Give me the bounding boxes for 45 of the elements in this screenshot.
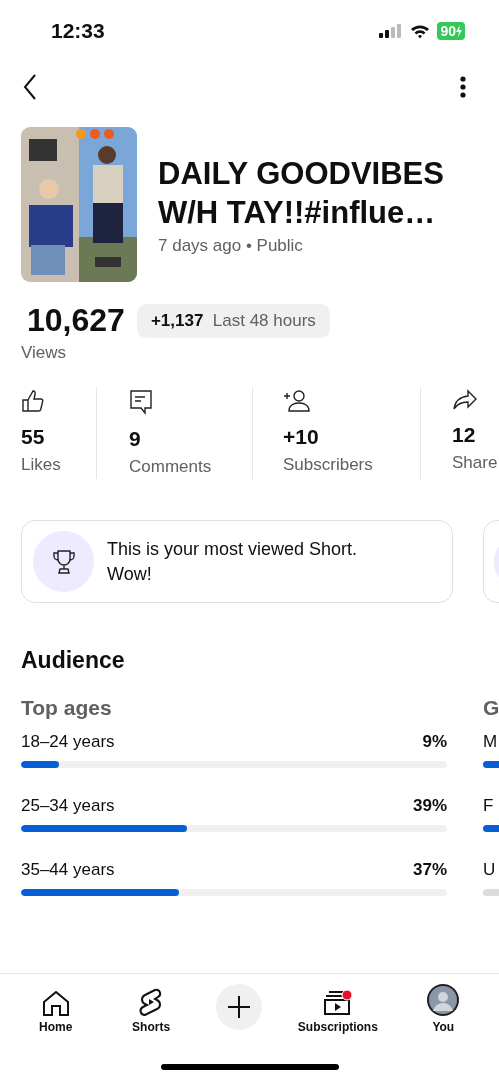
age-label: 35–44 years xyxy=(21,860,115,880)
nav-tab[interactable]: You xyxy=(413,980,474,1034)
nav-tab[interactable]: Subscriptions xyxy=(297,980,378,1034)
subsection-title: Top ages xyxy=(21,696,113,720)
status-time: 12:33 xyxy=(51,19,105,43)
stat-label: Subscribers xyxy=(283,455,373,475)
row-label: U xyxy=(483,860,496,880)
back-icon[interactable] xyxy=(23,74,37,100)
plus-icon xyxy=(227,995,252,1019)
stat-label: Likes xyxy=(21,455,61,475)
stat-label: Share xyxy=(452,453,498,473)
row-label: F xyxy=(483,796,494,816)
age-percent: 37% xyxy=(412,860,447,880)
age-percent: 9% xyxy=(422,732,447,752)
comment-icon[interactable] xyxy=(129,389,153,415)
video-meta: 7 days ago • Public xyxy=(158,235,304,256)
thumbs-up-icon[interactable] xyxy=(21,389,45,413)
stat-value: 12 xyxy=(452,423,476,447)
stat-value: +10 xyxy=(283,425,319,449)
views-label: Views xyxy=(21,343,68,363)
nav-tab[interactable]: Shorts xyxy=(121,980,182,1034)
section-title: Audience xyxy=(21,647,126,674)
milestone-text: This is your most viewed Short. Wow! xyxy=(107,537,359,586)
age-percent: 39% xyxy=(412,796,447,816)
subscriptions-icon xyxy=(323,991,350,1015)
add-person-icon[interactable] xyxy=(283,389,311,413)
stat-value: 9 xyxy=(129,427,141,451)
views-count: 10,627 xyxy=(26,302,125,339)
subsection-title: G xyxy=(483,696,499,720)
home-icon xyxy=(41,990,70,1016)
more-icon[interactable] xyxy=(460,76,466,98)
battery-indicator: 90 xyxy=(437,22,465,40)
row-label: M xyxy=(483,732,498,752)
stat-value: 55 xyxy=(21,425,45,449)
age-label: 25–34 years xyxy=(21,796,115,816)
wifi-icon xyxy=(410,23,431,39)
share-icon[interactable] xyxy=(452,389,478,411)
views-delta-chip: +1,137 Last 48 hours xyxy=(136,303,330,338)
video-title: DAILY GOODVIBES W/H TAY!!#influe… xyxy=(158,154,445,232)
age-label: 18–24 years xyxy=(21,732,115,752)
signal-icon xyxy=(379,24,404,38)
create-button[interactable] xyxy=(216,984,263,1030)
nav-tab[interactable]: Home xyxy=(25,980,86,1034)
stat-label: Comments xyxy=(129,457,212,477)
avatar xyxy=(427,984,460,1016)
